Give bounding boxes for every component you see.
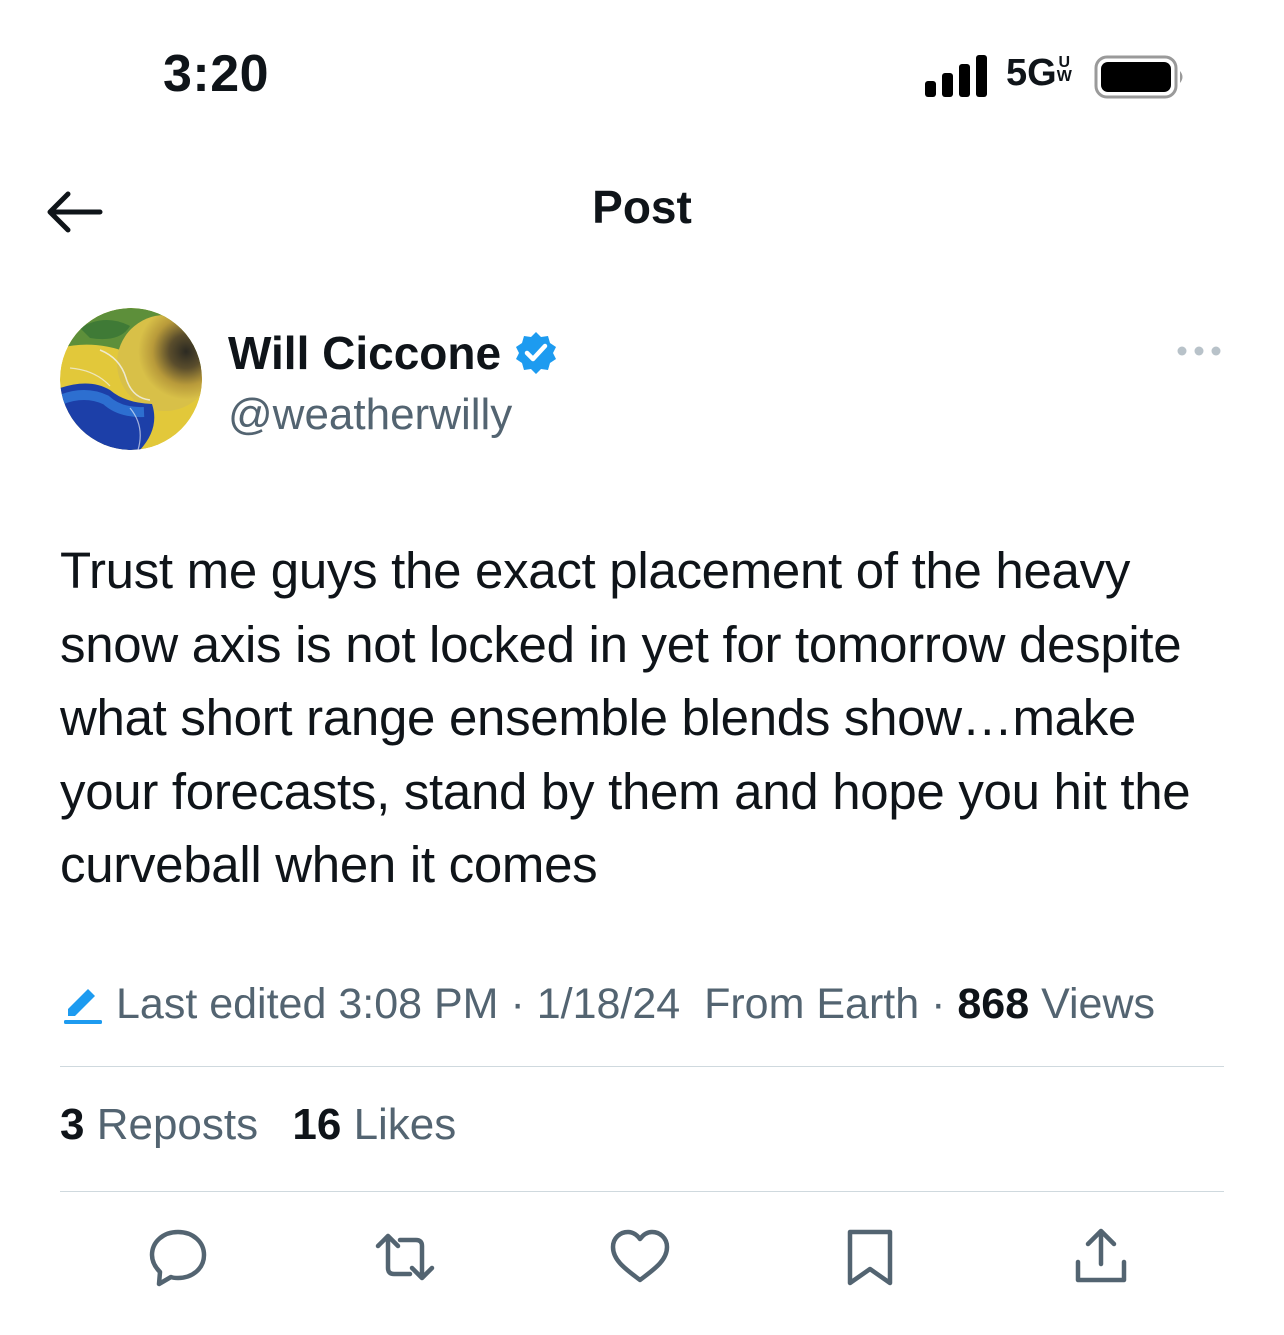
battery-icon (1094, 55, 1183, 99)
views-count: 868 (957, 979, 1030, 1028)
meta-separator: · (510, 979, 525, 1028)
status-time: 3:20 (163, 45, 270, 103)
reposts-stat[interactable]: 3 Reposts (60, 1100, 258, 1149)
edited-label[interactable]: Last edited 3:08 PM (116, 980, 498, 1029)
post-author: Will Ciccone @weatherwilly (60, 308, 1230, 458)
avatar[interactable] (60, 308, 202, 450)
author-handle[interactable]: @weatherwilly (228, 390, 512, 440)
divider (60, 1191, 1224, 1192)
repost-icon[interactable] (374, 1226, 436, 1288)
post-date: 1/18/24 (536, 979, 681, 1028)
network-label: 5G (1006, 52, 1057, 94)
verified-badge-icon[interactable] (513, 330, 559, 376)
network-suffix: UW (1056, 54, 1072, 85)
cellular-signal-icon (925, 55, 987, 97)
meta-separator: · (931, 979, 946, 1028)
network-indicator: 5G U W (1006, 52, 1072, 95)
action-bar (0, 1226, 1284, 1296)
status-bar: 3:20 5G U W (0, 0, 1284, 150)
page-title: Post (592, 181, 692, 233)
post-meta: Last edited 3:08 PM · 1/18/24 From Earth… (60, 974, 1230, 1034)
post-text: Trust me guys the exact placement of the… (60, 542, 1191, 893)
reply-icon[interactable] (147, 1226, 209, 1288)
divider (60, 1066, 1224, 1067)
more-options-icon[interactable] (1174, 338, 1224, 364)
share-icon[interactable] (1070, 1226, 1132, 1288)
header: Post (0, 160, 1284, 260)
edited-time: 3:08 PM (338, 979, 499, 1028)
like-icon[interactable] (609, 1226, 671, 1288)
post-stats: 3 Reposts 16 Likes (60, 1100, 478, 1150)
author-name-row: Will Ciccone (228, 326, 559, 380)
author-name[interactable]: Will Ciccone (228, 326, 501, 380)
views-label: Views (1041, 979, 1156, 1028)
post-location: From Earth (704, 979, 920, 1028)
likes-stat[interactable]: 16 Likes (292, 1100, 456, 1149)
bookmark-icon[interactable] (839, 1226, 901, 1288)
edit-pencil-icon (64, 989, 102, 1024)
